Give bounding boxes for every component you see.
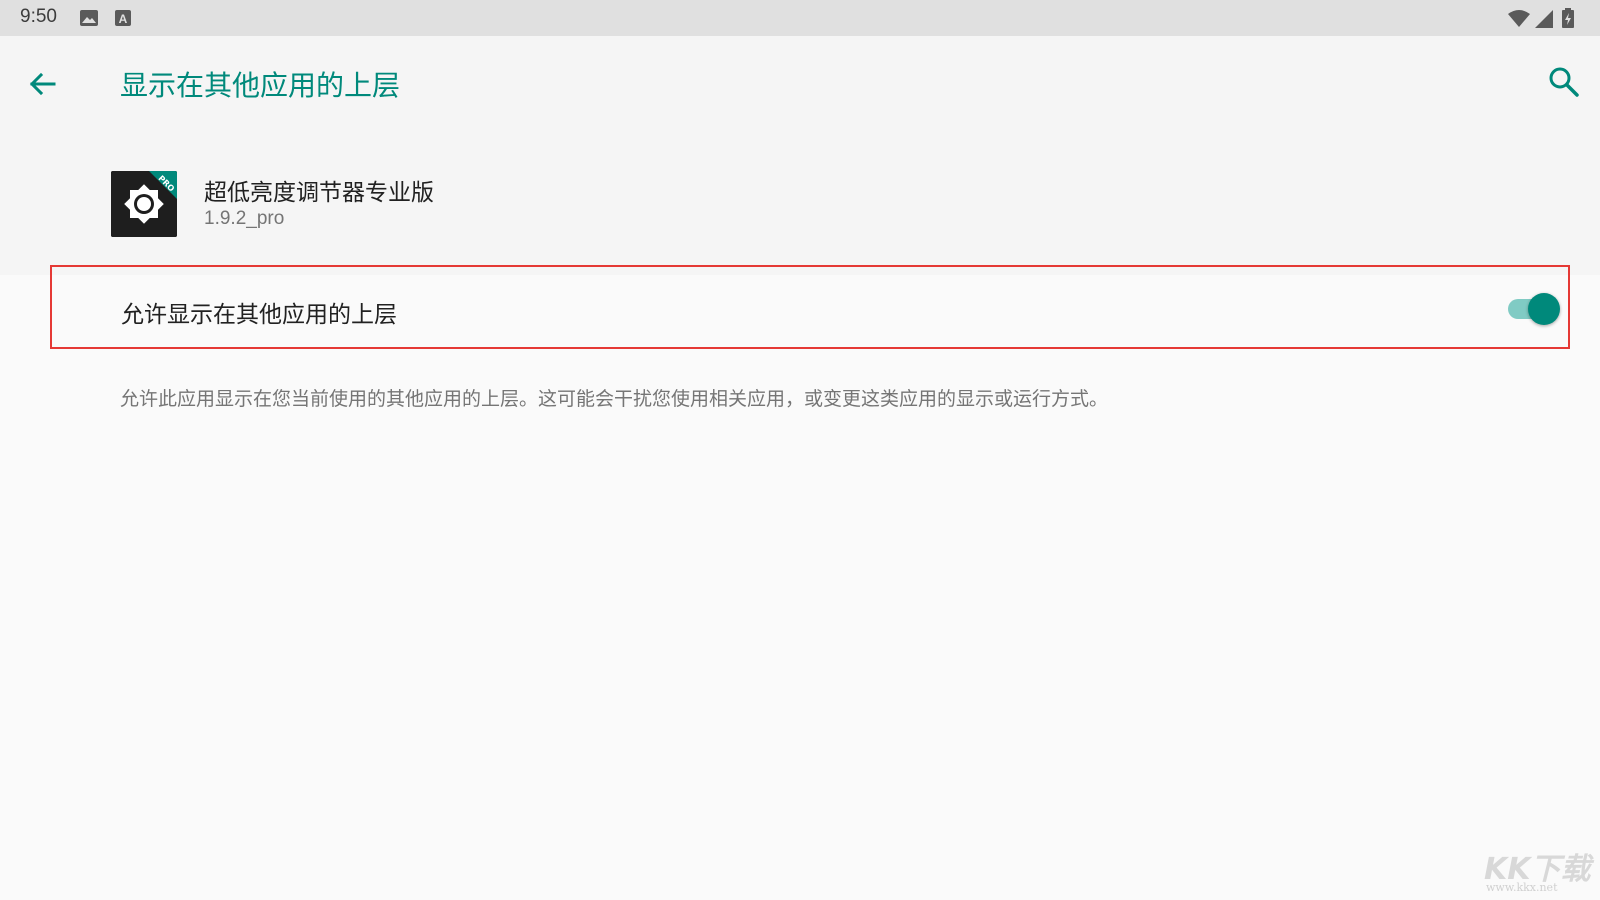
keyboard-notification-icon: A — [115, 10, 131, 26]
permission-toggle-row[interactable]: 允许显示在其他应用的上层 — [50, 265, 1570, 349]
watermark-url: www.kkx.net — [1486, 881, 1558, 894]
app-version: 1.9.2_pro — [204, 208, 285, 229]
battery-icon — [1562, 8, 1574, 28]
search-button[interactable] — [1546, 64, 1582, 100]
status-bar: 9:50 A — [0, 0, 1600, 36]
cell-signal-icon — [1535, 10, 1553, 28]
app-header: PRO 超低亮度调节器专业版 1.9.2_pro — [0, 132, 1600, 275]
page-title: 显示在其他应用的上层 — [120, 69, 401, 102]
switch-thumb — [1528, 293, 1560, 325]
app-name: 超低亮度调节器专业版 — [204, 180, 434, 206]
permission-toggle-label: 允许显示在其他应用的上层 — [121, 302, 397, 328]
gear-sun-icon: PRO — [111, 171, 177, 237]
permission-description: 允许此应用显示在您当前使用的其他应用的上层。这可能会干扰您使用相关应用，或变更这… — [120, 388, 1109, 410]
app-icon: PRO — [111, 171, 177, 237]
svg-text:A: A — [119, 12, 128, 26]
status-time: 9:50 — [20, 6, 57, 27]
arrow-back-icon — [29, 72, 56, 96]
back-button[interactable] — [22, 64, 62, 104]
app-bar: 显示在其他应用的上层 — [0, 36, 1600, 132]
watermark-logo: KK下载 www.kkx.net — [1484, 844, 1594, 896]
search-icon — [1549, 67, 1579, 97]
wifi-icon — [1508, 10, 1530, 27]
permission-switch[interactable] — [1508, 293, 1560, 325]
image-notification-icon — [80, 10, 98, 26]
